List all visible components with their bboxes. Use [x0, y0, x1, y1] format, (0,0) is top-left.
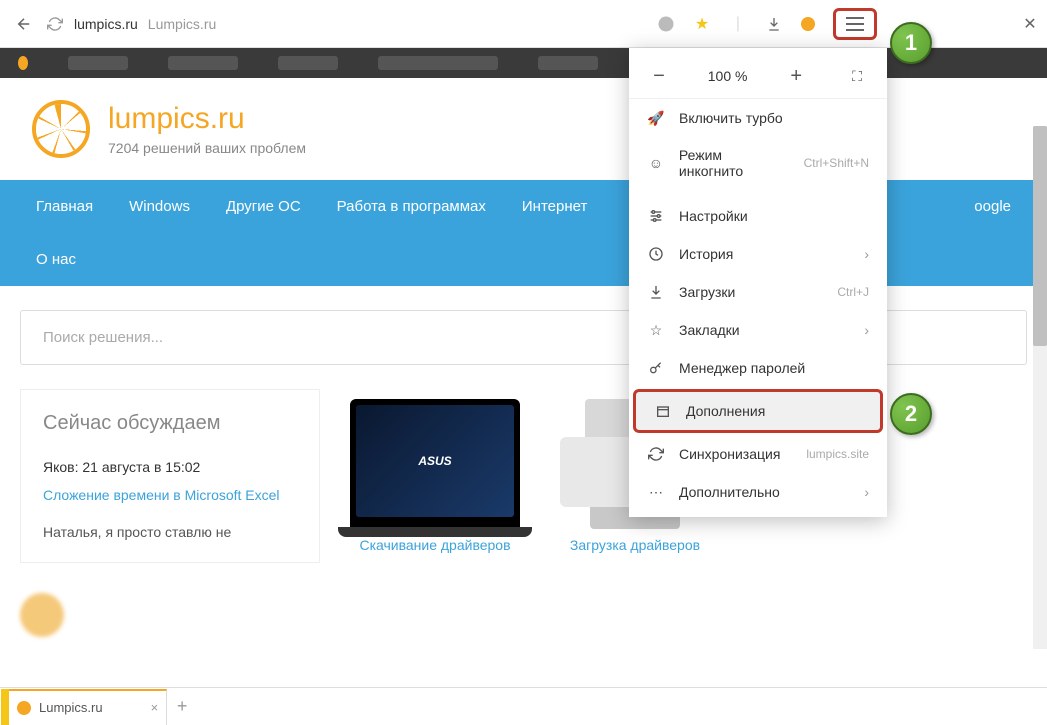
menu-button-highlight [833, 8, 877, 40]
discussion-text: Наталья, я просто ставлю не [43, 524, 297, 540]
zoom-in-button[interactable]: + [784, 64, 808, 88]
discussion-title: Сейчас обсуждаем [43, 412, 297, 435]
history-icon [647, 245, 665, 263]
blurred-nav [0, 48, 1047, 78]
menu-bookmarks[interactable]: ☆ Закладки › [629, 311, 887, 349]
chevron-right-icon: › [864, 246, 869, 262]
callout-1: 1 [890, 22, 932, 64]
menu-history-label: История [679, 246, 733, 262]
toolbar-right: ★ | [657, 8, 1035, 40]
page-content: lumpics.ru 7204 решений ваших проблем Гл… [0, 48, 1047, 687]
site-header: lumpics.ru 7204 решений ваших проблем [0, 78, 1047, 180]
nav-other-os[interactable]: Другие ОС [208, 180, 319, 233]
chevron-right-icon: › [864, 484, 869, 500]
site-title: lumpics.ru [108, 102, 306, 136]
tab-title: Lumpics.ru [39, 700, 103, 715]
reload-button[interactable] [46, 15, 64, 33]
separator: | [729, 15, 747, 33]
url-domain: lumpics.ru [74, 16, 138, 32]
product-laptop[interactable]: ASUS Скачивание драйверов [350, 399, 520, 563]
new-tab-button[interactable]: + [167, 696, 197, 717]
discussion-link[interactable]: Сложение времени в Microsoft Excel [43, 485, 297, 506]
rocket-icon: 🚀 [647, 109, 665, 127]
menu-downloads[interactable]: Загрузки Ctrl+J [629, 273, 887, 311]
nav-programs[interactable]: Работа в программах [319, 180, 504, 233]
tab-favicon [17, 701, 31, 715]
shield-icon[interactable] [657, 15, 675, 33]
settings-icon [647, 207, 665, 225]
printer-link[interactable]: Загрузка драйверов [560, 537, 710, 553]
back-button[interactable] [12, 12, 36, 36]
laptop-brand: ASUS [356, 405, 514, 517]
menu-sync-sub: lumpics.site [806, 447, 869, 461]
star-icon: ☆ [647, 321, 665, 339]
menu-more-label: Дополнительно [679, 484, 780, 500]
hamburger-menu-button[interactable] [846, 17, 864, 31]
nav-google[interactable]: oogle [956, 180, 1029, 233]
download-icon [647, 283, 665, 301]
menu-addons-label: Дополнения [686, 403, 765, 419]
menu-incognito-label: Режим инкогнито [679, 147, 790, 179]
laptop-image: ASUS [350, 399, 520, 529]
chevron-right-icon: › [864, 322, 869, 338]
menu-passwords-label: Менеджер паролей [679, 360, 805, 376]
url-title: Lumpics.ru [148, 16, 216, 32]
menu-history[interactable]: История › [629, 235, 887, 273]
key-icon [647, 359, 665, 377]
downloads-icon[interactable] [765, 15, 783, 33]
nav-internet[interactable]: Интернет [504, 180, 605, 233]
menu-turbo-label: Включить турбо [679, 110, 783, 126]
scrollbar-thumb[interactable] [1033, 126, 1047, 346]
menu-settings-label: Настройки [679, 208, 748, 224]
incognito-icon: ☺ [647, 154, 665, 172]
menu-downloads-label: Загрузки [679, 284, 735, 300]
scrollbar[interactable] [1033, 126, 1047, 649]
address-bar[interactable]: lumpics.ru Lumpics.ru [74, 16, 647, 32]
menu-incognito-shortcut: Ctrl+Shift+N [804, 156, 869, 170]
sync-icon [647, 445, 665, 463]
zoom-out-button[interactable]: − [647, 64, 671, 88]
nav-home[interactable]: Главная [18, 180, 111, 233]
menu-settings[interactable]: Настройки [629, 197, 887, 235]
browser-menu: − 100 % + ⛶ 🚀 Включить турбо ☺ Режим инк… [629, 48, 887, 517]
site-logo[interactable] [32, 100, 90, 158]
menu-addons[interactable]: Дополнения [633, 389, 883, 433]
bookmark-star-icon[interactable]: ★ [693, 15, 711, 33]
extension-icon[interactable] [801, 17, 815, 31]
zoom-controls: − 100 % + ⛶ [629, 54, 887, 99]
avatar [20, 593, 64, 637]
menu-bookmarks-label: Закладки [679, 322, 740, 338]
nav-windows[interactable]: Windows [111, 180, 208, 233]
menu-downloads-shortcut: Ctrl+J [837, 285, 869, 299]
menu-more[interactable]: ⋯ Дополнительно › [629, 473, 887, 511]
menu-sync-label: Синхронизация [679, 446, 780, 462]
site-tagline: 7204 решений ваших проблем [108, 140, 306, 156]
zoom-value: 100 % [708, 68, 748, 84]
menu-passwords[interactable]: Менеджер паролей [629, 349, 887, 387]
laptop-link[interactable]: Скачивание драйверов [350, 537, 520, 553]
menu-turbo[interactable]: 🚀 Включить турбо [629, 99, 887, 137]
discussion-meta: Яков: 21 августа в 15:02 [43, 459, 297, 475]
nav-about[interactable]: О нас [18, 233, 94, 286]
menu-incognito[interactable]: ☺ Режим инкогнито Ctrl+Shift+N [629, 137, 887, 189]
addons-icon [654, 402, 672, 420]
fullscreen-button[interactable]: ⛶ [845, 64, 869, 88]
menu-sync[interactable]: Синхронизация lumpics.site [629, 435, 887, 473]
discussion-widget: Сейчас обсуждаем Яков: 21 августа в 15:0… [20, 389, 320, 563]
window-controls: ✕ [1013, 0, 1047, 48]
tab-close-button[interactable]: × [151, 700, 159, 715]
tab-strip: Lumpics.ru × + [0, 687, 1047, 725]
more-icon: ⋯ [647, 483, 665, 501]
callout-2: 2 [890, 393, 932, 435]
main-nav: Главная Windows Другие ОС Работа в прогр… [0, 180, 1047, 286]
window-close-button[interactable]: ✕ [1013, 14, 1047, 34]
active-tab[interactable]: Lumpics.ru × [8, 689, 167, 725]
